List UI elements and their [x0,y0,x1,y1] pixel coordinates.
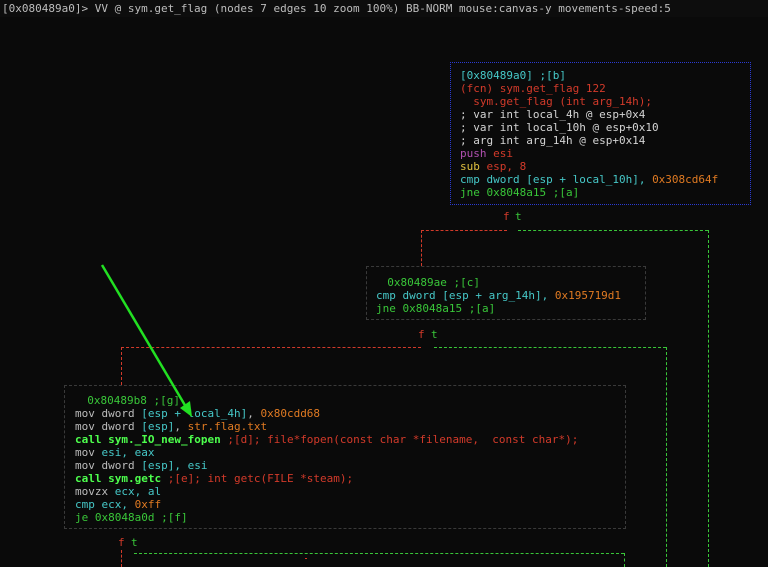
instr-cmp: cmp dword [esp + arg_14h], 0x195719d1 [376,289,622,302]
instr-cmp: cmp ecx, 0xff [75,498,162,511]
edge-c-false-vertical [121,347,122,385]
instr-jne: jne 0x8048a15 ;[a] [376,302,496,315]
edge-label-true-c: t [431,328,438,341]
node-var-local-10h: ; var int local_10h @ esp+0x10 [460,121,659,134]
instr-call-getc: call sym.getc ;[e]; int getc(FILE *steam… [75,472,354,485]
edge-true-horizontal [518,230,708,231]
graph-node-0x80489ae[interactable]: 0x80489ae ;[c] cmp dword [esp + arg_14h]… [366,266,646,320]
instr-mov-3: mov esi, eax [75,446,155,459]
edge-label-true-g: t [131,536,138,549]
node-address: 0x80489b8 ;[g] [74,394,180,407]
edge-g-false-vertical [121,550,122,567]
instr-movzx: movzx ecx, al [75,485,162,498]
instr-jne: jne 0x8048a15 ;[a] [460,186,580,199]
edge-true-vertical [708,230,709,567]
instr-mov-1: mov dword [esp + local_4h], 0x80cdd68 [75,407,321,420]
edge-false-horizontal [421,230,507,231]
instr-je: je 0x8048a0d ;[f] [75,511,188,524]
edge-label-false-c: f [418,328,425,341]
graph-node-get-flag-entry[interactable]: [0x80489a0] ;[b] (fcn) sym.get_flag 122 … [450,62,751,205]
edge-label-true: t [515,210,522,223]
node-address: [0x80489a0] ;[b] [460,69,566,82]
command-status-bar: [0x080489a0]> VV @ sym.get_flag (nodes 7… [0,0,768,17]
edge-c-false-horizontal [121,347,421,348]
edge-label-false: f [503,210,510,223]
node-function-header: (fcn) sym.get_flag 122 [460,82,606,95]
node-var-local-4h: ; var int local_4h @ esp+0x4 [460,108,646,121]
node-function-signature: sym.get_flag (int arg_14h); [460,95,653,108]
instr-sub: sub esp, 8 [460,160,527,173]
node-arg-14h: ; arg int arg_14h @ esp+0x14 [460,134,646,147]
instr-mov-4: mov dword [esp], esi [75,459,208,472]
node-address: 0x80489ae ;[c] [374,276,480,289]
instr-cmp: cmp dword [esp + local_10h], 0x308cd64f [460,173,719,186]
edge-label-false-g: f [118,536,125,549]
edge-g-true-horizontal [134,553,624,554]
edge-c-true-horizontal [434,347,666,348]
edge-c-true-vertical [666,347,667,567]
edge-g-true-vertical [624,553,625,567]
instr-push: push esi [460,147,513,160]
instr-call-fopen: call sym._IO_new_fopen ;[d]; file*fopen(… [75,433,579,446]
edge-false-vertical [421,230,422,266]
edge-misc [305,558,307,559]
instr-mov-2: mov dword [esp], str.flag.txt [75,420,268,433]
graph-node-0x80489b8[interactable]: 0x80489b8 ;[g] mov dword [esp + local_4h… [64,385,626,529]
